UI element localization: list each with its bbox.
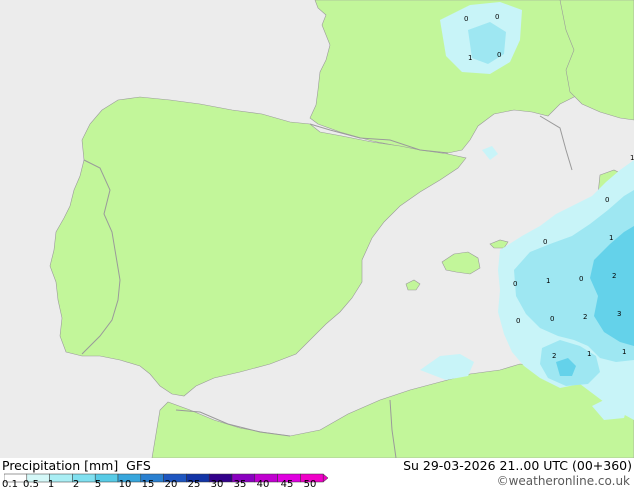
scale-tick-label: 25 — [187, 479, 201, 490]
scale-overflow-arrow — [322, 473, 328, 483]
model-name: GFS — [126, 458, 151, 473]
scale-tick-label: 0.1 — [2, 479, 18, 490]
precip-value: 1 — [546, 277, 550, 285]
scale-tick-label: 10 — [118, 479, 132, 490]
precip-value: 1 — [622, 348, 626, 356]
precip-value: 0 — [543, 238, 547, 246]
precip-value: 0 — [497, 51, 501, 59]
scale-tick-label: 50 — [303, 479, 317, 490]
precip-value: 0 — [550, 315, 554, 323]
precip-value: 0 — [516, 317, 520, 325]
precip-value: 1 — [630, 154, 634, 162]
scale-tick-label: 15 — [141, 479, 155, 490]
precip-value: 2 — [612, 272, 616, 280]
scale-tick-label: 0.5 — [23, 479, 39, 490]
legend-footer: Precipitation [mm] GFS Su 29-03-2026 21.… — [0, 458, 634, 490]
legend-title-text: Precipitation [mm] — [2, 458, 119, 473]
scale-tick-label: 20 — [164, 479, 178, 490]
legend-title: Precipitation [mm] GFS — [2, 458, 151, 473]
precipitation-map: 0 0 1 0 0 1 0 1 0 2 0 0 2 3 2 1 1 0 1 — [0, 0, 634, 458]
scale-tick-label: 35 — [233, 479, 247, 490]
valid-datetime: Su 29-03-2026 21..00 UTC (00+360) — [403, 458, 632, 473]
precip-value: 0 — [605, 196, 609, 204]
scale-tick-label: 2 — [72, 479, 80, 490]
credit-text: ©weatheronline.co.uk — [496, 474, 630, 488]
precip-value: 1 — [468, 54, 472, 62]
precip-value: 0 — [513, 280, 517, 288]
scale-tick-label: 45 — [280, 479, 294, 490]
precip-value: 2 — [552, 352, 556, 360]
precip-value: 0 — [495, 13, 499, 21]
precip-value: 1 — [609, 234, 613, 242]
scale-tick-label: 1 — [47, 479, 55, 490]
scale-tick-label: 40 — [256, 479, 270, 490]
precip-value: 1 — [587, 350, 591, 358]
precip-value: 2 — [583, 313, 587, 321]
scale-tick-label: 30 — [210, 479, 224, 490]
scale-tick-label: 5 — [94, 479, 102, 490]
precip-value: 0 — [579, 275, 583, 283]
precip-value: 3 — [617, 310, 621, 318]
precip-value: 0 — [464, 15, 468, 23]
